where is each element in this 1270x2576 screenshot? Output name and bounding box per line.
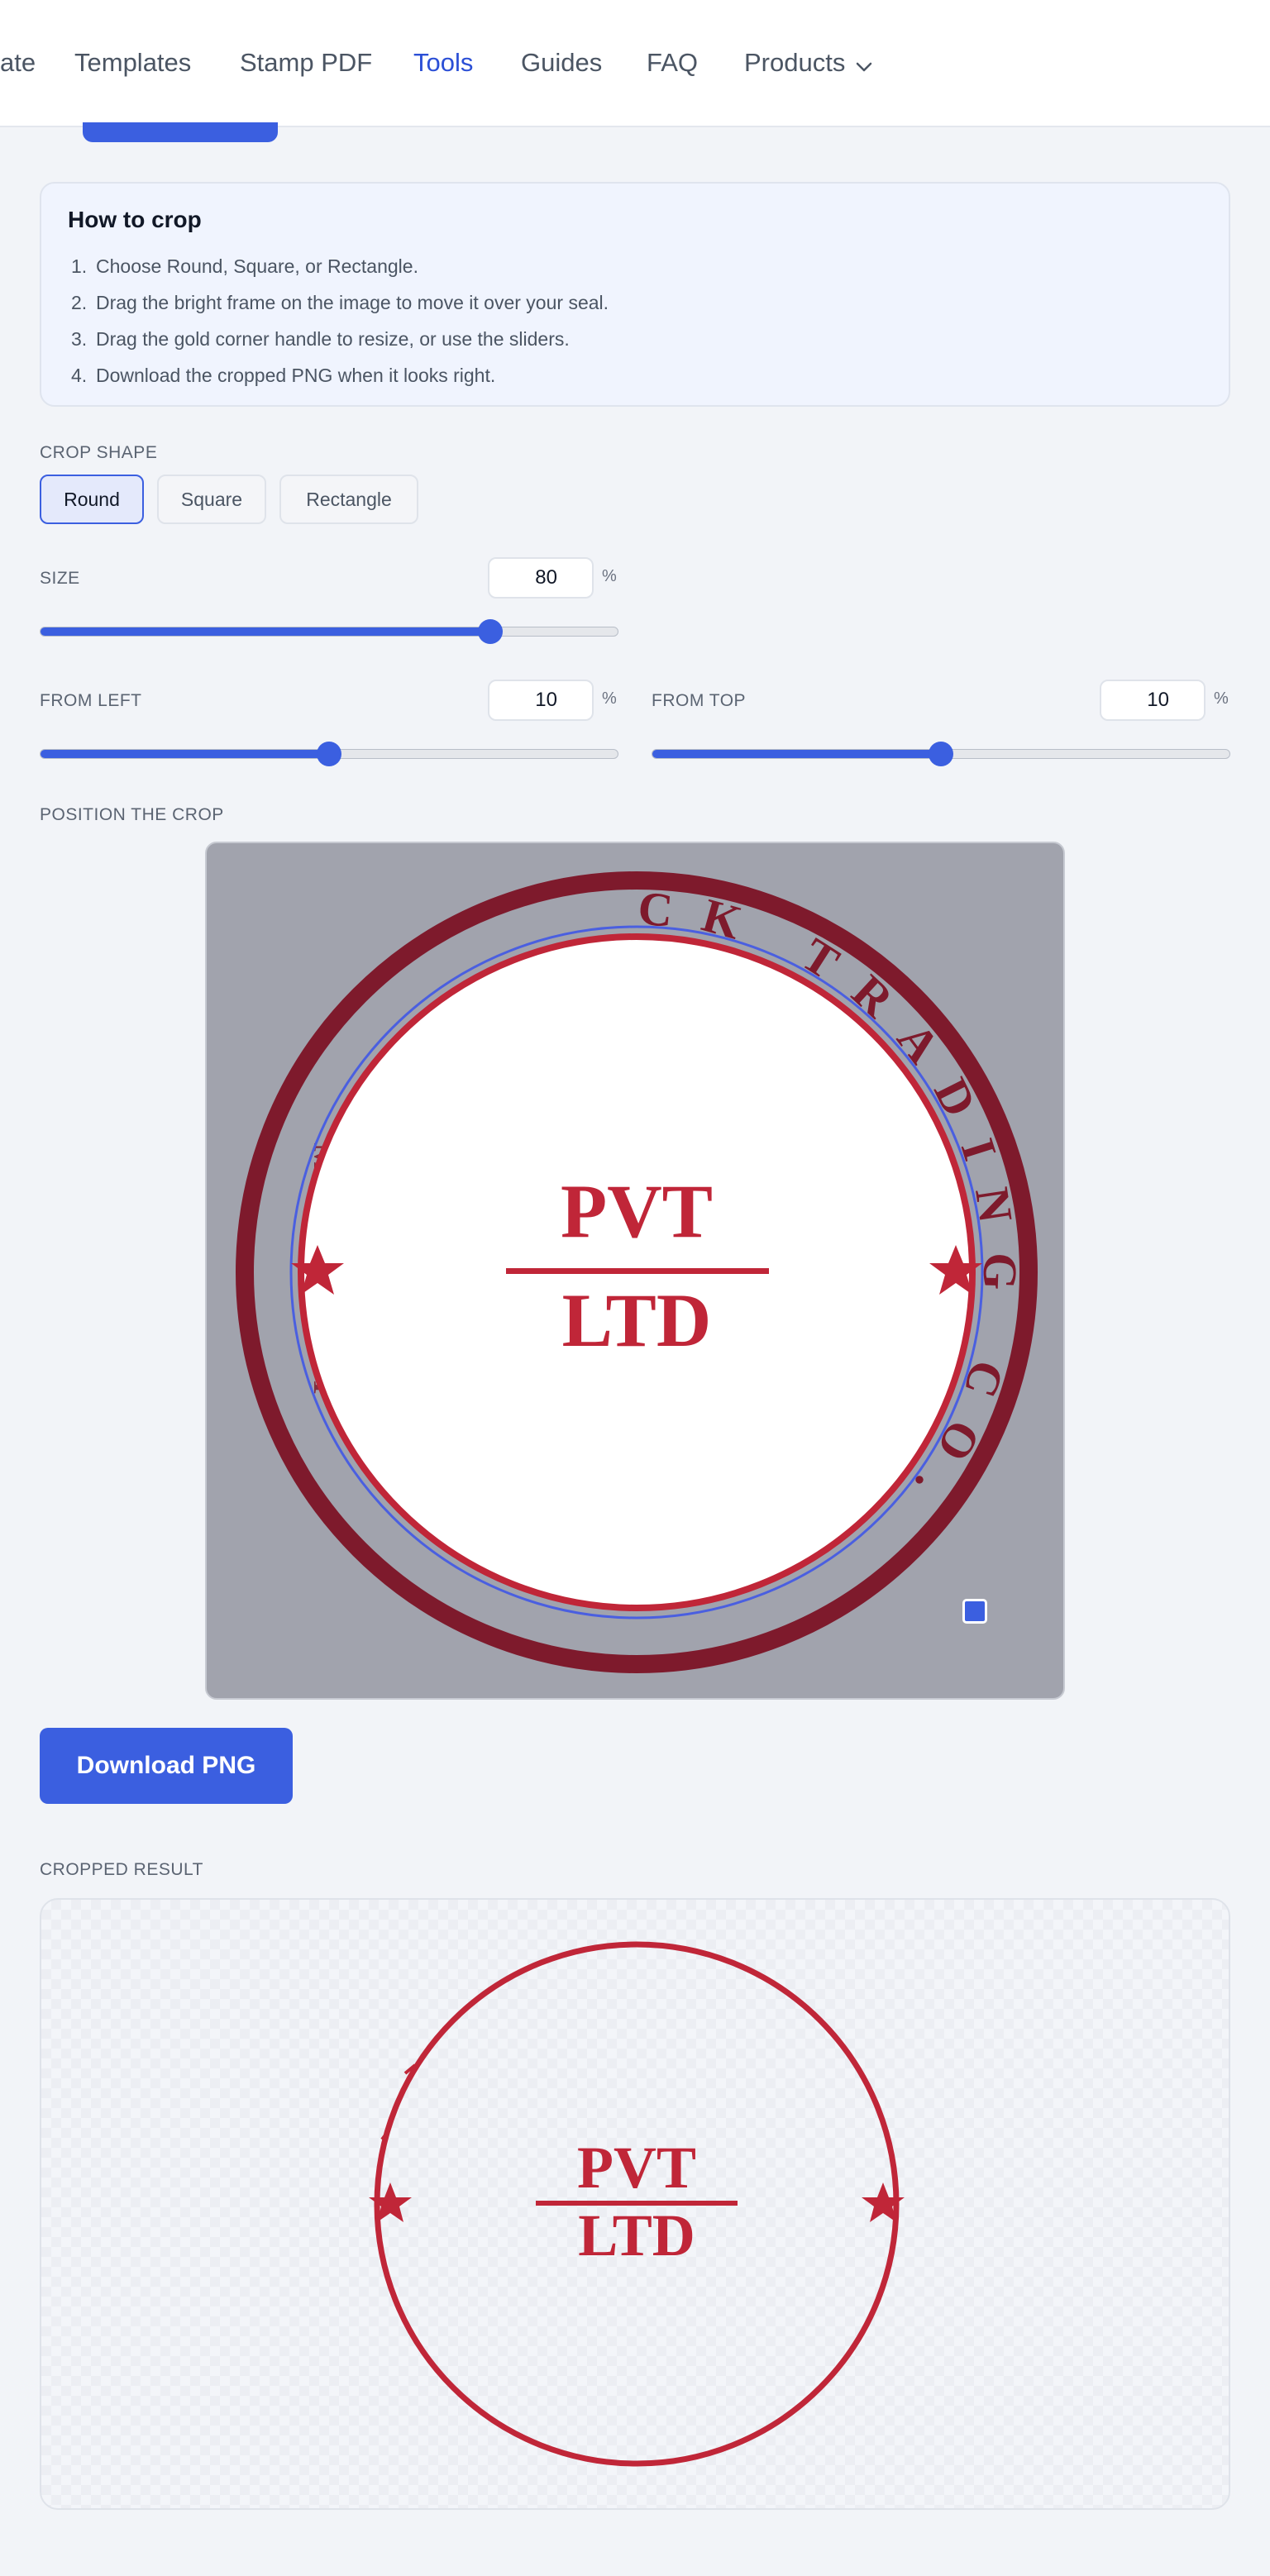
shape-rectangle-button[interactable]: Rectangle [279, 475, 418, 524]
cropped-seal-image: PVT LTD [369, 1941, 905, 2467]
instruction-step: 3. Drag the gold corner handle to resize,… [71, 328, 570, 350]
size-label: SIZE [40, 569, 80, 588]
nav-item-guides[interactable]: Guides [521, 45, 602, 81]
cropped-result-label: CROPPED RESULT [40, 1860, 203, 1879]
nav-item-templates[interactable]: Templates [74, 45, 191, 81]
site-header: ate Templates Stamp PDF Tools Guides FAQ… [0, 0, 1270, 127]
nav-item-products-label: Products [744, 48, 846, 77]
size-slider-fill [41, 627, 491, 636]
from-left-slider-thumb[interactable] [317, 742, 341, 766]
from-top-input[interactable]: 10 [1100, 680, 1206, 721]
download-png-button[interactable]: Download PNG [40, 1728, 293, 1804]
instruction-step: 2. Drag the bright frame on the image to … [71, 292, 609, 313]
shape-round-button[interactable]: Round [40, 475, 144, 524]
crop-shape-label: CROP SHAPE [40, 443, 158, 462]
instructions-panel: How to crop 1. Choose Round, Square, or R… [40, 182, 1230, 407]
from-top-slider-thumb[interactable] [929, 742, 953, 766]
from-top-unit: % [1214, 689, 1229, 708]
from-left-unit: % [602, 689, 617, 708]
cropped-result-preview: PVT LTD [40, 1898, 1230, 2510]
crop-canvas[interactable]: CK TRADING CO. METAL FLAT PVT LTD [205, 842, 1065, 1700]
instruction-step: 4. Download the cropped PNG when it looks… [71, 365, 496, 386]
nav-item-faq[interactable]: FAQ [647, 45, 698, 81]
shape-square-button[interactable]: Square [157, 475, 266, 524]
from-top-slider-fill [652, 750, 941, 758]
from-left-slider-fill [41, 750, 329, 758]
from-left-slider[interactable] [40, 742, 618, 766]
position-crop-label: POSITION THE CROP [40, 805, 224, 824]
size-unit: % [602, 567, 617, 585]
nav-item-products[interactable]: Products [744, 45, 873, 83]
crop-resize-handle[interactable] [962, 1599, 987, 1624]
size-slider-thumb[interactable] [478, 619, 504, 644]
instructions-list: 1. Choose Round, Square, or Rectangle. 2.… [71, 248, 609, 394]
main-nav: ate Templates Stamp PDF Tools Guides FAQ… [0, 45, 1270, 81]
upload-button-partial[interactable] [83, 122, 278, 142]
from-top-label: FROM TOP [652, 691, 747, 710]
seal-center-top: PVT [561, 1169, 713, 1253]
nav-item-truncated[interactable]: ate [0, 45, 36, 81]
from-left-label: FROM LEFT [40, 691, 142, 710]
seal-image: CK TRADING CO. METAL FLAT PVT LTD [236, 871, 1038, 1673]
from-left-input[interactable]: 10 [488, 680, 594, 721]
seal-center-bottom: LTD [562, 1278, 712, 1362]
instruction-step: 1. Choose Round, Square, or Rectangle. [71, 255, 418, 277]
size-slider[interactable] [40, 619, 618, 644]
from-top-slider[interactable] [652, 742, 1230, 766]
result-center-bottom: LTD [578, 2202, 695, 2268]
result-center-top: PVT [577, 2135, 696, 2201]
nav-item-stamp-pdf[interactable]: Stamp PDF [240, 45, 372, 81]
nav-item-tools[interactable]: Tools [413, 45, 473, 81]
size-input[interactable]: 80 [488, 557, 594, 599]
instructions-title: How to crop [68, 207, 202, 232]
chevron-down-icon [855, 46, 873, 83]
